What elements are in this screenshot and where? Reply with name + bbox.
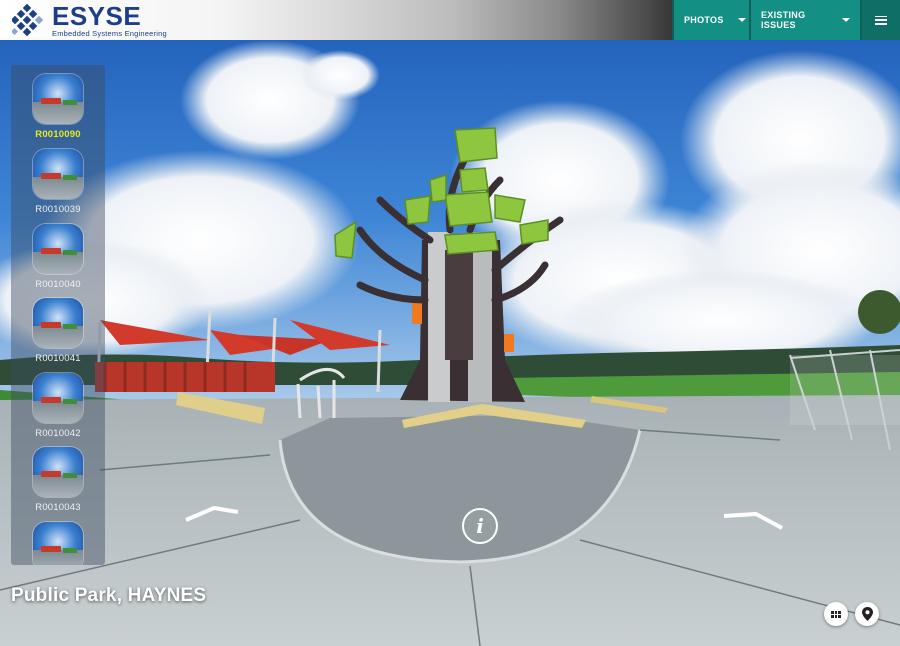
existing-issues-menu-button[interactable]: EXISTING ISSUES [749, 0, 860, 40]
photos-menu-label: PHOTOS [684, 15, 724, 25]
photo-thumbnail [33, 74, 83, 124]
brand-name: ESYSE [52, 0, 142, 31]
info-button[interactable]: i [462, 508, 498, 544]
existing-issues-menu-label: EXISTING ISSUES [761, 10, 806, 30]
grid-view-icon [831, 610, 841, 618]
photo-thumbnail [33, 522, 83, 565]
navigate-right-arrow[interactable] [722, 510, 783, 530]
photo-thumbnail-list[interactable]: R0010090 R0010039 R0010040 R0010041 R001… [11, 65, 105, 565]
chevron-up-icon [185, 506, 239, 522]
chevron-down-icon [842, 18, 850, 22]
photo-thumbnail [33, 149, 83, 199]
location-title: Public Park, HAYNES [11, 585, 207, 606]
thumbnail-label: R0010042 [35, 428, 81, 439]
photo-thumbnail [33, 298, 83, 348]
thumbnail-label: R0010040 [35, 279, 81, 290]
chevron-down-icon [737, 18, 746, 22]
panorama-view[interactable] [0, 0, 900, 646]
thumbnail-item-R0010039[interactable]: R0010039 [11, 149, 105, 215]
navigate-left-arrow[interactable] [184, 504, 240, 522]
map-pin-icon [861, 607, 873, 621]
thumbnail-item-R0010041[interactable]: R0010041 [11, 298, 105, 364]
thumbnail-item-partial[interactable] [11, 522, 105, 565]
thumbnail-label: R0010090 [35, 129, 81, 140]
photos-menu-button[interactable]: PHOTOS [672, 0, 749, 40]
thumbnail-item-R0010040[interactable]: R0010040 [11, 224, 105, 290]
thumbnail-label: R0010043 [35, 502, 81, 513]
thumbnail-label: R0010041 [35, 353, 81, 364]
map-button[interactable] [855, 602, 879, 626]
thumbnail-item-R0010042[interactable]: R0010042 [11, 373, 105, 439]
photo-thumbnail [33, 447, 83, 497]
hamburger-menu-button[interactable] [860, 0, 900, 40]
thumbnail-item-R0010043[interactable]: R0010043 [11, 447, 105, 513]
chevron-up-icon [723, 512, 783, 530]
esyse-logo-icon [10, 3, 46, 37]
brand-tagline: Embedded Systems Engineering [52, 28, 167, 38]
grid-view-button[interactable] [824, 602, 848, 626]
brand-logo[interactable]: ESYSE Embedded Systems Engineering [0, 0, 300, 40]
hamburger-menu-icon [875, 15, 887, 25]
app-header: ESYSE Embedded Systems Engineering PHOTO… [0, 0, 900, 40]
thumbnail-item-R0010090[interactable]: R0010090 [11, 74, 105, 140]
thumbnail-label: R0010039 [35, 204, 81, 215]
photo-thumbnail [33, 224, 83, 274]
top-nav: PHOTOS EXISTING ISSUES [672, 0, 900, 40]
panorama-image [0, 0, 900, 646]
info-icon: i [476, 514, 484, 538]
photo-thumbnail [33, 373, 83, 423]
